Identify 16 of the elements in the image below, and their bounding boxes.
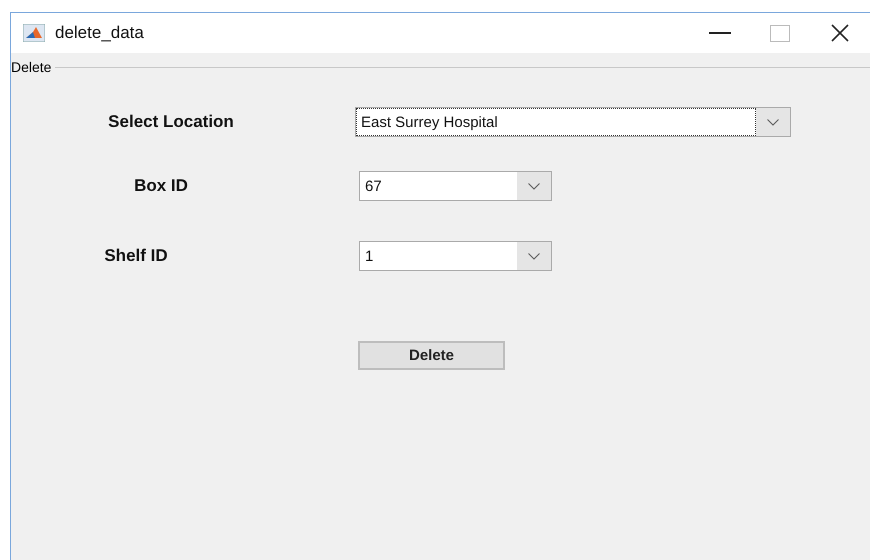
app-logo-icon bbox=[23, 24, 45, 42]
dropdown[interactable]: 1 bbox=[359, 241, 552, 271]
field-label: Box ID bbox=[134, 176, 188, 196]
window-title: delete_data bbox=[55, 23, 145, 43]
close-icon[interactable] bbox=[831, 24, 849, 42]
dropdown[interactable]: East Surrey Hospital bbox=[355, 107, 791, 137]
field-label: Select Location bbox=[108, 112, 234, 132]
chevron-icon bbox=[528, 182, 540, 190]
maximize-icon[interactable] bbox=[770, 24, 790, 42]
chevron-icon bbox=[528, 252, 540, 260]
panel-title: Delete bbox=[11, 59, 56, 75]
field-label: Shelf ID bbox=[104, 246, 168, 266]
chevron-icon bbox=[767, 118, 779, 126]
minimize-icon[interactable] bbox=[709, 32, 731, 34]
delete-button[interactable]: Delete bbox=[358, 341, 505, 370]
dropdown[interactable]: 67 bbox=[359, 171, 552, 201]
